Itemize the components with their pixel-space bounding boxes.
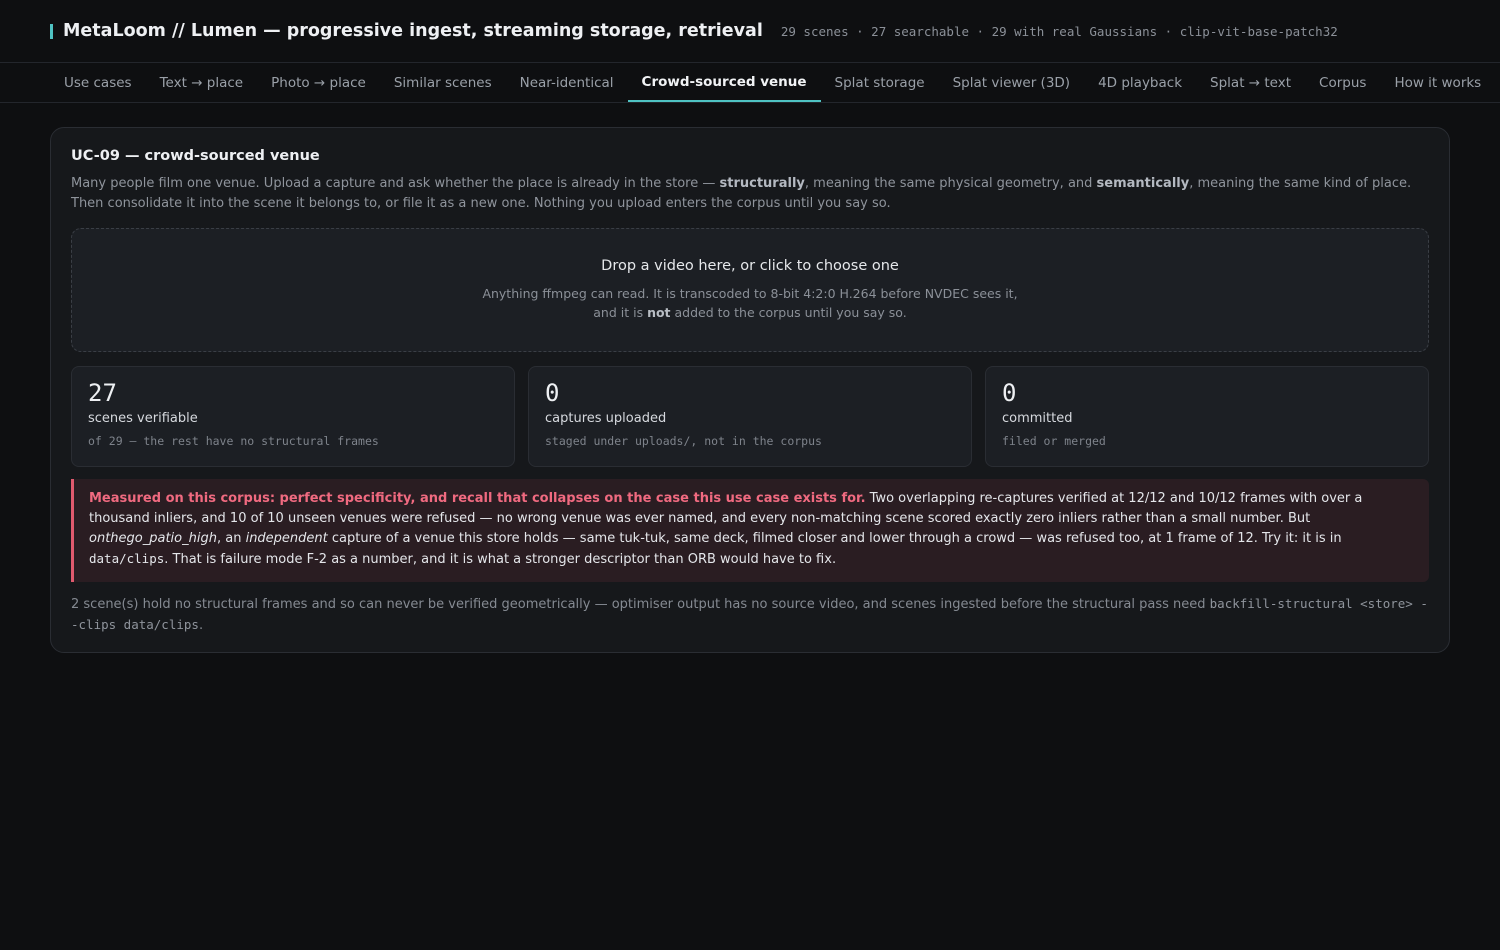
tab-splat-to-text[interactable]: Splat → text	[1196, 63, 1305, 102]
stat-card-uploaded: 0 captures uploaded staged under uploads…	[528, 366, 972, 467]
dropzone-note: Anything ffmpeg can read. It is transcod…	[482, 286, 1018, 320]
tab-similar-scenes[interactable]: Similar scenes	[380, 63, 506, 102]
tab-use-cases[interactable]: Use cases	[50, 63, 146, 102]
stat-label: scenes verifiable	[88, 411, 198, 426]
corpus-summary: 29 scenes · 27 searchable · 29 with real…	[780, 23, 1338, 39]
structural-frames-footnote: 2 scene(s) hold no structural frames and…	[71, 596, 1428, 633]
recall-warning-callout: Measured on this corpus: perfect specifi…	[71, 479, 1429, 582]
tab-splat-viewer[interactable]: Splat viewer (3D)	[939, 63, 1085, 102]
tab-crowd-sourced-venue[interactable]: Crowd-sourced venue	[627, 63, 821, 102]
tab-4d-playback[interactable]: 4D playback	[1084, 63, 1196, 102]
app-header: MetaLoom // Lumen — progressive ingest, …	[0, 0, 1500, 63]
video-dropzone[interactable]: Drop a video here, or click to choose on…	[71, 228, 1429, 352]
stat-label: captures uploaded	[545, 411, 667, 426]
tab-corpus[interactable]: Corpus	[1305, 63, 1380, 102]
tab-splat-storage[interactable]: Splat storage	[821, 63, 939, 102]
tab-text-to-place[interactable]: Text → place	[146, 63, 258, 102]
crowd-sourced-venue-panel: UC-09 — crowd-sourced venue Many people …	[50, 127, 1450, 653]
stat-note: staged under uploads/, not in the corpus	[545, 434, 822, 448]
warning-lead: Measured on this corpus: perfect specifi…	[89, 491, 866, 506]
tab-near-identical[interactable]: Near-identical	[506, 63, 628, 102]
tab-photo-to-place[interactable]: Photo → place	[257, 63, 380, 102]
dropzone-title: Drop a video here, or click to choose on…	[601, 258, 899, 274]
stats-row: 27 scenes verifiable of 29 — the rest ha…	[71, 366, 1429, 467]
tab-overflow[interactable]: H	[1495, 63, 1500, 102]
stat-value: 27	[88, 379, 117, 407]
header-accent-bar	[50, 23, 53, 39]
tab-how-it-works[interactable]: How it works	[1380, 63, 1495, 102]
stat-note: of 29 — the rest have no structural fram…	[88, 434, 379, 448]
app-title: MetaLoom // Lumen — progressive ingest, …	[63, 21, 763, 41]
stat-value: 0	[545, 379, 560, 407]
panel-title: UC-09 — crowd-sourced venue	[71, 148, 320, 164]
stat-note: filed or merged	[1002, 434, 1106, 448]
stat-value: 0	[1002, 379, 1017, 407]
panel-intro: Many people film one venue. Upload a cap…	[71, 176, 1412, 211]
stat-label: committed	[1002, 411, 1073, 426]
stat-card-verifiable: 27 scenes verifiable of 29 — the rest ha…	[71, 366, 515, 467]
tab-bar: Use cases Text → place Photo → place Sim…	[0, 63, 1500, 103]
stat-card-committed: 0 committed filed or merged	[985, 366, 1429, 467]
